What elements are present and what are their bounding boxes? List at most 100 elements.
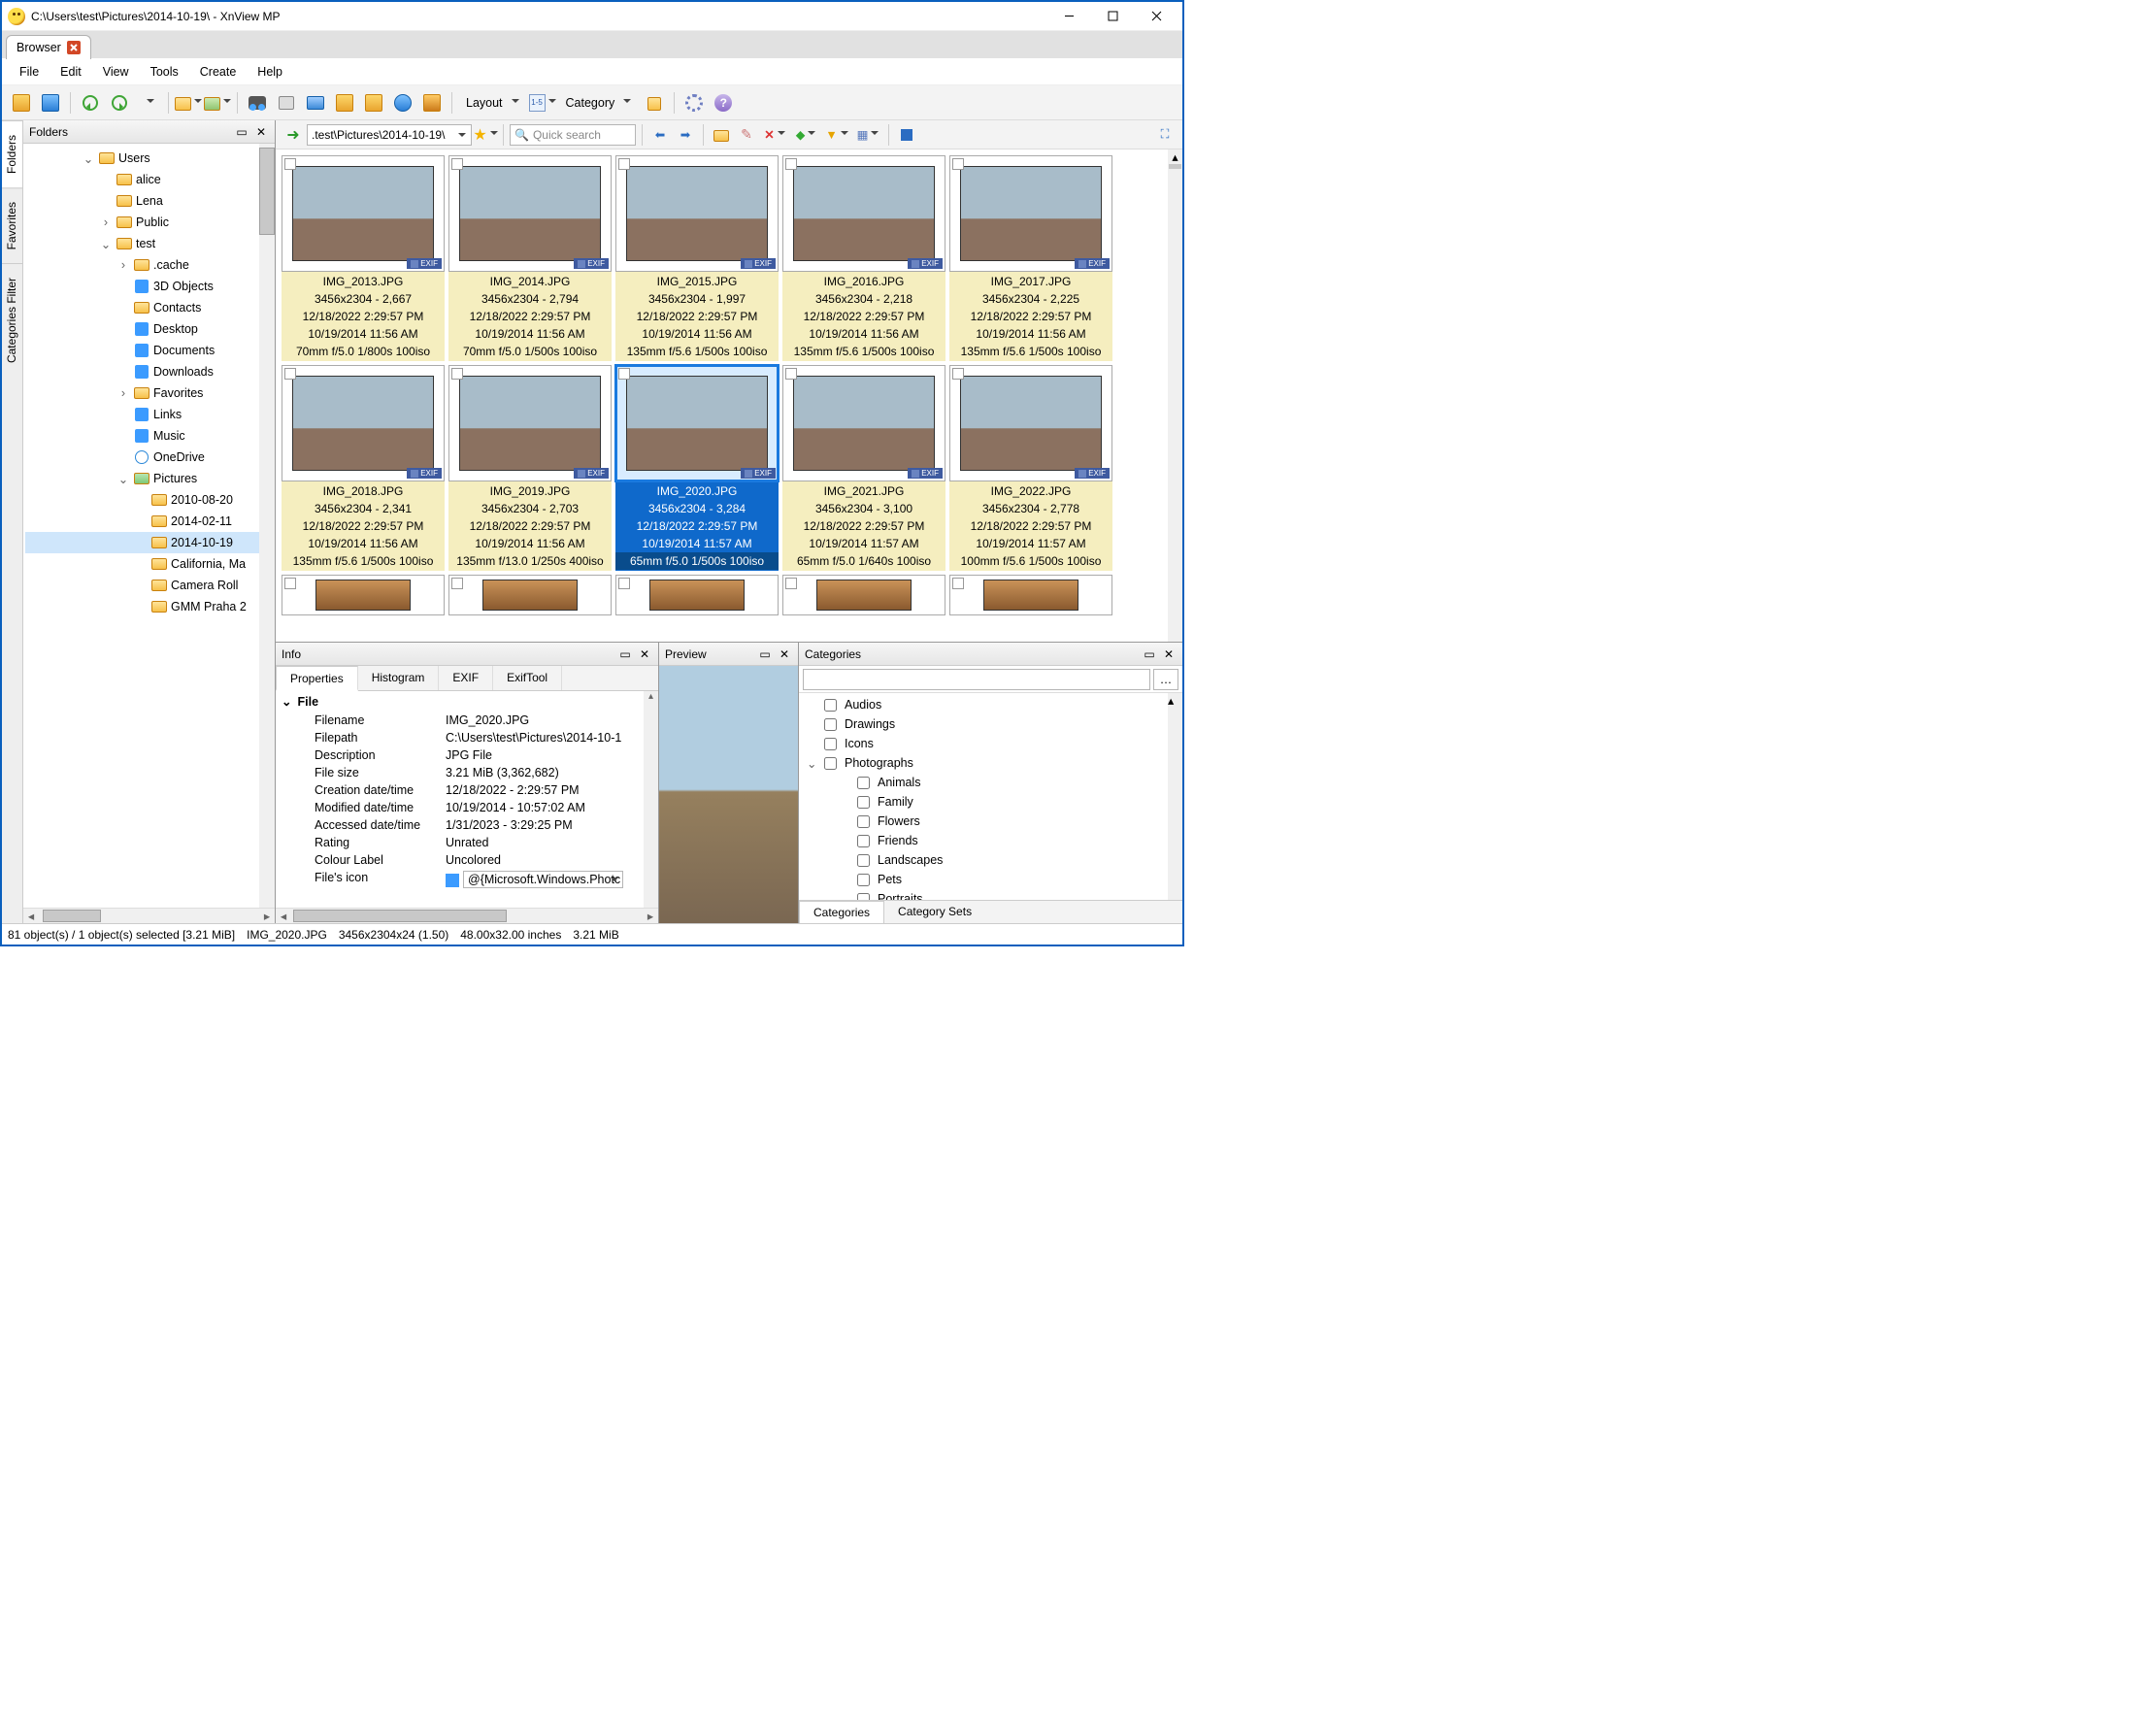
tree-3d[interactable]: 3D Objects: [25, 276, 275, 297]
menu-edit[interactable]: Edit: [50, 61, 91, 83]
checkbox-icon[interactable]: [451, 158, 463, 170]
layout-dropdown[interactable]: Layout: [458, 89, 527, 116]
thumbs-scrollbar[interactable]: ▴: [1168, 149, 1182, 642]
preview-image[interactable]: [659, 666, 798, 923]
category-item[interactable]: Landscapes: [799, 850, 1182, 870]
category-item[interactable]: ⌄Photographs: [799, 753, 1182, 773]
thumbnail-grid[interactable]: EXIFIMG_2013.JPG3456x2304 - 2,66712/18/2…: [276, 149, 1182, 642]
view-mode-button[interactable]: ▦: [853, 121, 882, 149]
checkbox-icon[interactable]: [952, 158, 964, 170]
quickslide-button[interactable]: [37, 89, 64, 116]
category-checkbox[interactable]: [824, 738, 837, 750]
tree-alice[interactable]: alice: [25, 169, 275, 190]
folder-tree[interactable]: ⌄UsersaliceLena›Public⌄test›.cache3D Obj…: [23, 144, 275, 908]
print-button[interactable]: [273, 89, 300, 116]
collapse-icon[interactable]: ⌄: [282, 694, 291, 709]
tree-public[interactable]: ›Public: [25, 212, 275, 233]
category-checkbox[interactable]: [857, 893, 870, 901]
category-search-input[interactable]: [803, 669, 1150, 690]
checkbox-icon[interactable]: [284, 368, 296, 380]
category-item[interactable]: Portraits: [799, 889, 1182, 900]
quick-search-input[interactable]: 🔍Quick search: [510, 124, 636, 146]
info-tab-histogram[interactable]: Histogram: [358, 666, 440, 690]
tree-documents[interactable]: Documents: [25, 340, 275, 361]
preview-close-icon[interactable]: ✕: [777, 646, 792, 662]
tree-d2014b[interactable]: 2014-10-19: [25, 532, 275, 553]
tree-hscrollbar[interactable]: ◂▸: [23, 908, 275, 923]
tree-cache[interactable]: ›.cache: [25, 254, 275, 276]
thumb-item[interactable]: EXIFIMG_2021.JPG3456x2304 - 3,10012/18/2…: [782, 365, 945, 571]
category-checkbox[interactable]: [824, 718, 837, 731]
new-folder-button[interactable]: [710, 123, 733, 147]
sidetab-folders[interactable]: Folders: [2, 120, 22, 187]
tree-downloads[interactable]: Downloads: [25, 361, 275, 382]
undock-icon[interactable]: ▭: [234, 124, 249, 140]
capture-button[interactable]: [389, 89, 416, 116]
thumb-item[interactable]: EXIFIMG_2020.JPG3456x2304 - 3,28412/18/2…: [615, 365, 779, 571]
expand-icon[interactable]: ›: [99, 216, 113, 229]
category-checkbox[interactable]: [857, 815, 870, 828]
close-pane-icon[interactable]: ✕: [253, 124, 269, 140]
tree-california[interactable]: California, Ma: [25, 553, 275, 575]
checkbox-icon[interactable]: [785, 368, 797, 380]
category-checkbox[interactable]: [857, 777, 870, 789]
tree-camroll[interactable]: Camera Roll: [25, 575, 275, 596]
tag-dropdown[interactable]: ◆: [791, 121, 820, 149]
category-checkbox[interactable]: [857, 874, 870, 886]
category-item[interactable]: Friends: [799, 831, 1182, 850]
settings-button[interactable]: [680, 89, 708, 116]
filter-button[interactable]: ▼: [822, 121, 851, 149]
thumb-item[interactable]: [949, 575, 1112, 615]
slideshow-button[interactable]: [418, 89, 446, 116]
category-item[interactable]: Icons: [799, 734, 1182, 753]
help-button[interactable]: ?: [710, 89, 737, 116]
tree-links[interactable]: Links: [25, 404, 275, 425]
menu-create[interactable]: Create: [190, 61, 247, 83]
checkbox-icon[interactable]: [618, 158, 630, 170]
thumb-item[interactable]: [782, 575, 945, 615]
open-dropdown[interactable]: [175, 89, 202, 116]
category-dropdown[interactable]: Category: [558, 89, 640, 116]
category-checkbox[interactable]: [857, 796, 870, 809]
thumb-item[interactable]: EXIFIMG_2017.JPG3456x2304 - 2,22512/18/2…: [949, 155, 1112, 361]
scan-button[interactable]: [302, 89, 329, 116]
thumb-item[interactable]: EXIFIMG_2019.JPG3456x2304 - 2,70312/18/2…: [448, 365, 612, 571]
checkbox-icon[interactable]: [284, 158, 296, 170]
category-checkbox[interactable]: [857, 835, 870, 847]
thumb-item[interactable]: [448, 575, 612, 615]
favorite-star-button[interactable]: ★: [474, 123, 497, 147]
close-button[interactable]: [1135, 2, 1178, 30]
fullscreen-button[interactable]: [8, 89, 35, 116]
categories-undock-icon[interactable]: ▭: [1142, 646, 1157, 662]
menu-file[interactable]: File: [10, 61, 49, 83]
search-button[interactable]: [244, 89, 271, 116]
expand-icon[interactable]: ⌄: [807, 756, 820, 771]
expand-thumbs-button[interactable]: ⛶: [1153, 123, 1177, 147]
tree-desktop[interactable]: Desktop: [25, 318, 275, 340]
category-list[interactable]: AudiosDrawingsIcons⌄PhotographsAnimalsFa…: [799, 693, 1182, 900]
thumb-item[interactable]: EXIFIMG_2016.JPG3456x2304 - 2,21812/18/2…: [782, 155, 945, 361]
tree-d2010[interactable]: 2010-08-20: [25, 489, 275, 511]
tree-users[interactable]: ⌄Users: [25, 148, 275, 169]
minimize-button[interactable]: [1047, 2, 1091, 30]
category-item[interactable]: Pets: [799, 870, 1182, 889]
tree-pictures[interactable]: ⌄Pictures: [25, 468, 275, 489]
menu-help[interactable]: Help: [248, 61, 292, 83]
file-icon-select[interactable]: @{Microsoft.Windows.Photc: [463, 871, 623, 888]
menu-tools[interactable]: Tools: [141, 61, 188, 83]
maximize-button[interactable]: [1091, 2, 1135, 30]
tree-d2014a[interactable]: 2014-02-11: [25, 511, 275, 532]
tree-onedrive[interactable]: OneDrive: [25, 447, 275, 468]
preview-undock-icon[interactable]: ▭: [757, 646, 773, 662]
info-close-icon[interactable]: ✕: [637, 646, 652, 662]
properties-list[interactable]: ⌄FileFilenameIMG_2020.JPGFilepathC:\User…: [276, 691, 658, 908]
info-tab-exif[interactable]: EXIF: [439, 666, 493, 690]
thumb-item[interactable]: EXIFIMG_2013.JPG3456x2304 - 2,66712/18/2…: [282, 155, 445, 361]
checkbox-icon[interactable]: [785, 158, 797, 170]
thumb-item[interactable]: EXIFIMG_2022.JPG3456x2304 - 2,77812/18/2…: [949, 365, 1112, 571]
category-checkbox[interactable]: [857, 854, 870, 867]
category-checkbox[interactable]: [824, 699, 837, 712]
color-label-button[interactable]: [895, 123, 918, 147]
rotate-ccw-button[interactable]: [77, 89, 104, 116]
category-item[interactable]: Animals: [799, 773, 1182, 792]
